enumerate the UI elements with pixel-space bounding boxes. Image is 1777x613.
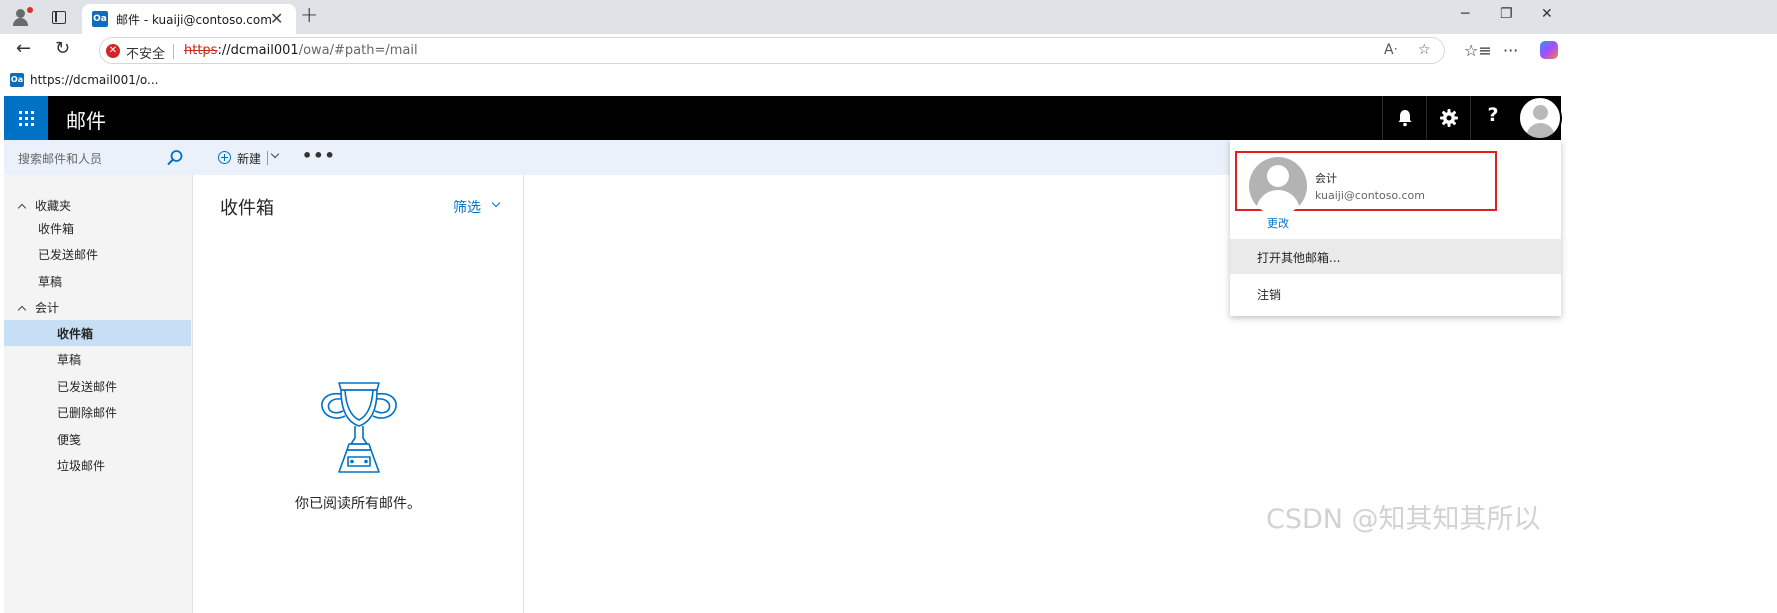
favorites-item-drafts[interactable]: 草稿 bbox=[38, 273, 62, 290]
back-icon[interactable]: ← bbox=[16, 38, 31, 59]
filter-button[interactable]: 筛选 bbox=[453, 197, 481, 217]
account-menu: 会计 kuaiji@contoso.com 更改 打开其他邮箱... 注销 bbox=[1230, 140, 1561, 316]
folder-item-drafts[interactable]: 草稿 bbox=[57, 351, 81, 368]
bell-icon bbox=[1398, 110, 1412, 127]
tab-close-icon[interactable]: ✕ bbox=[270, 9, 283, 28]
account-avatar bbox=[1249, 157, 1307, 215]
favorites-item-inbox[interactable]: 收件箱 bbox=[38, 220, 74, 237]
selected-folder-highlight bbox=[4, 320, 191, 346]
minimize-icon[interactable]: ─ bbox=[1461, 6, 1469, 22]
chevron-up-icon bbox=[17, 305, 27, 315]
browser-tab[interactable]: Oa 邮件 - kuaiji@contoso.com ✕ bbox=[82, 4, 296, 34]
trophy-icon bbox=[321, 382, 397, 473]
tab-title: 邮件 - kuaiji@contoso.com bbox=[116, 13, 272, 27]
folder-item-sent[interactable]: 已发送邮件 bbox=[57, 378, 117, 395]
url-text[interactable]: https://dcmail001/owa/#path=/mail bbox=[184, 43, 418, 58]
favorites-icon[interactable]: ☆≡ bbox=[1464, 41, 1492, 60]
copilot-icon[interactable] bbox=[1540, 41, 1558, 59]
app-launcher-button[interactable] bbox=[4, 96, 48, 140]
profile-icon[interactable] bbox=[8, 5, 34, 29]
account-name: 会计 bbox=[1315, 172, 1337, 185]
search-icon[interactable] bbox=[166, 149, 184, 167]
new-message-button[interactable]: 新建 bbox=[237, 150, 261, 167]
settings-more-icon[interactable]: ··· bbox=[1503, 41, 1518, 60]
app-header: 邮件 ? bbox=[4, 96, 1562, 140]
window-close-icon[interactable]: ✕ bbox=[1541, 6, 1553, 22]
help-icon: ? bbox=[1487, 104, 1499, 126]
notifications-button[interactable] bbox=[1382, 96, 1426, 140]
folder-item-deleted[interactable]: 已删除邮件 bbox=[57, 404, 117, 421]
change-photo-link[interactable]: 更改 bbox=[1267, 215, 1289, 231]
settings-button[interactable] bbox=[1426, 96, 1470, 140]
outlook-favicon-icon: Oa bbox=[10, 73, 24, 87]
browser-toolbar: ← ↻ ✕ 不安全 https://dcmail001/owa/#path=/m… bbox=[0, 34, 1777, 66]
favorite-link[interactable]: https://dcmail001/o... bbox=[30, 73, 158, 87]
more-actions-button[interactable]: ••• bbox=[302, 146, 336, 165]
folder-item-inbox[interactable]: 收件箱 bbox=[57, 325, 93, 342]
address-divider bbox=[173, 44, 174, 59]
search-input[interactable]: 搜索邮件和人员 bbox=[4, 140, 192, 175]
app-title: 邮件 bbox=[66, 109, 106, 133]
account-avatar-button[interactable] bbox=[1518, 96, 1562, 140]
chevron-down-icon[interactable] bbox=[491, 198, 501, 208]
sign-out-item[interactable]: 注销 bbox=[1257, 286, 1281, 303]
add-circle-icon[interactable] bbox=[218, 151, 231, 164]
waffle-icon bbox=[19, 111, 34, 126]
new-button-divider bbox=[267, 151, 268, 165]
not-secure-icon[interactable]: ✕ bbox=[106, 44, 120, 58]
tab-actions-icon[interactable] bbox=[52, 11, 66, 24]
browser-tab-strip: Oa 邮件 - kuaiji@contoso.com ✕ + ─ ❐ ✕ bbox=[0, 0, 1777, 34]
open-other-mailbox-item[interactable]: 打开其他邮箱... bbox=[1257, 249, 1340, 266]
folder-item-notes[interactable]: 便笺 bbox=[57, 431, 81, 448]
favorites-group-header[interactable]: 收藏夹 bbox=[17, 197, 71, 214]
chevron-down-icon[interactable] bbox=[270, 149, 280, 159]
favorites-bar: Oa https://dcmail001/o... bbox=[0, 66, 1777, 94]
help-button[interactable]: ? bbox=[1470, 96, 1514, 140]
favorites-item-sent[interactable]: 已发送邮件 bbox=[38, 246, 98, 263]
security-label[interactable]: 不安全 bbox=[126, 43, 165, 62]
search-placeholder: 搜索邮件和人员 bbox=[18, 152, 103, 166]
watermark-text: CSDN @知其知其所以 bbox=[1266, 504, 1541, 535]
account-email: kuaiji@contoso.com bbox=[1315, 189, 1425, 202]
folder-title: 收件箱 bbox=[220, 198, 274, 219]
address-bar[interactable]: ✕ 不安全 https://dcmail001/owa/#path=/mail … bbox=[99, 37, 1445, 64]
new-tab-icon[interactable]: + bbox=[300, 3, 318, 28]
chevron-up-icon bbox=[17, 203, 27, 213]
outlook-favicon-icon: Oa bbox=[92, 11, 108, 27]
restore-icon[interactable]: ❐ bbox=[1500, 6, 1513, 22]
read-aloud-icon[interactable]: Aᐧ bbox=[1384, 42, 1397, 58]
empty-state-message: 你已阅读所有邮件。 bbox=[295, 496, 421, 512]
account-group-header[interactable]: 会计 bbox=[17, 299, 59, 316]
favorite-star-icon[interactable]: ☆ bbox=[1418, 42, 1431, 58]
message-list: 收件箱 筛选 你已阅读所有邮件。 bbox=[192, 175, 524, 613]
gear-icon bbox=[1440, 109, 1458, 127]
folder-item-junk[interactable]: 垃圾邮件 bbox=[57, 457, 105, 474]
refresh-icon[interactable]: ↻ bbox=[55, 38, 70, 59]
